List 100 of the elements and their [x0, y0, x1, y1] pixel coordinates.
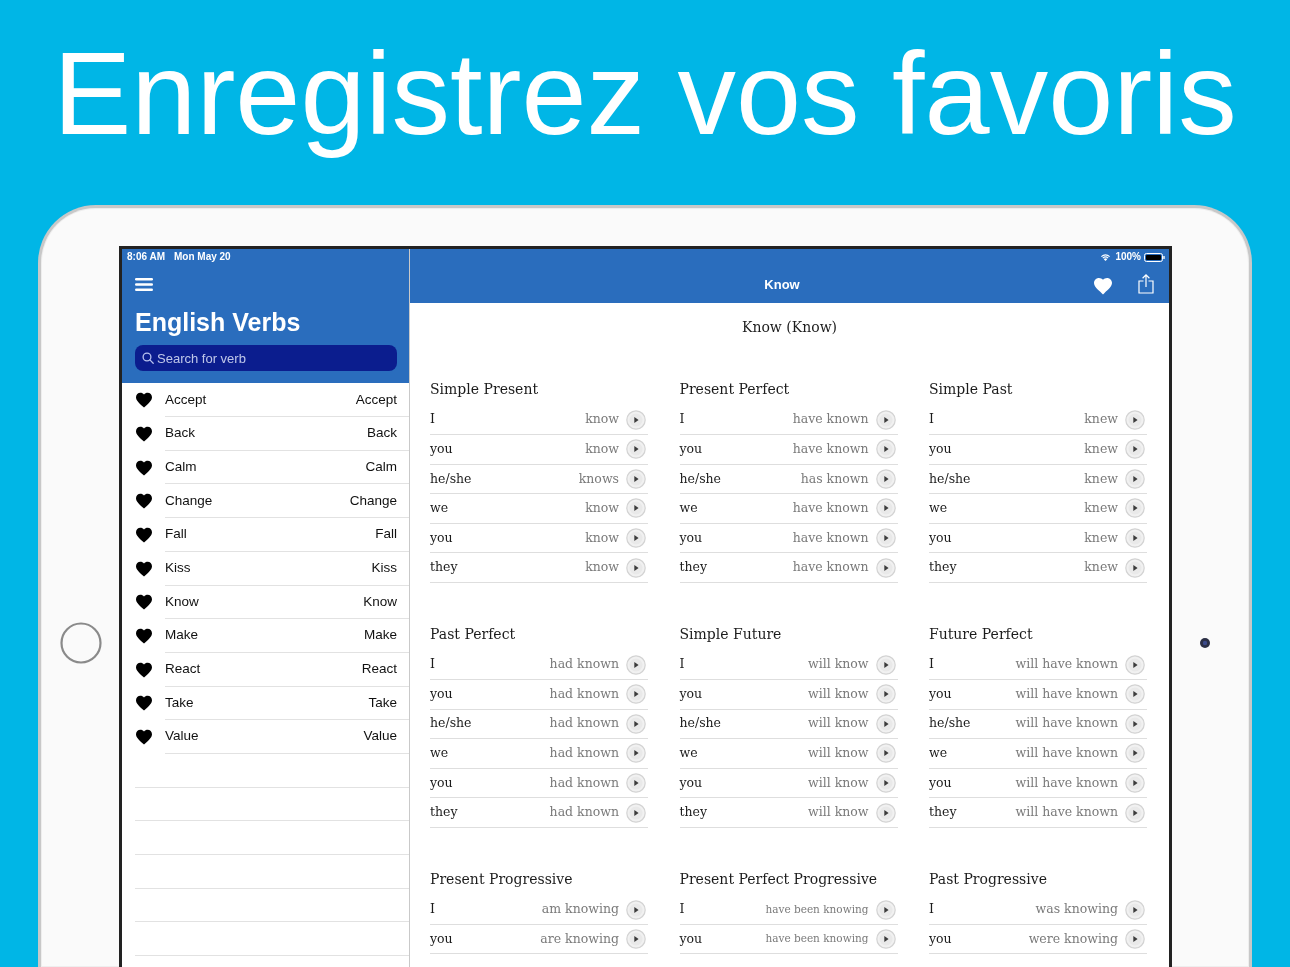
play-icon[interactable]: [875, 743, 896, 764]
play-icon[interactable]: [1125, 802, 1145, 823]
verb-label[interactable]: Take: [165, 692, 194, 714]
play-icon[interactable]: [1125, 468, 1145, 489]
play-icon[interactable]: [1125, 498, 1145, 519]
play-icon[interactable]: [875, 802, 896, 823]
play-icon[interactable]: [875, 654, 896, 675]
translation-label: React: [361, 660, 397, 679]
heart-icon[interactable]: [135, 493, 153, 510]
heart-icon[interactable]: [135, 695, 153, 712]
heart-icon[interactable]: [135, 459, 153, 476]
pronoun-label: you: [430, 773, 454, 792]
play-icon[interactable]: [1125, 743, 1145, 764]
verb-form: has known: [800, 469, 869, 488]
heart-icon[interactable]: [135, 527, 153, 543]
play-icon[interactable]: [626, 439, 646, 460]
verb-label[interactable]: Accept: [165, 389, 207, 410]
heart-icon[interactable]: [135, 560, 153, 577]
play-icon[interactable]: [626, 498, 646, 519]
verb-label[interactable]: Back: [165, 423, 195, 444]
verb-form: have known: [792, 410, 869, 429]
verb-label[interactable]: Fall: [165, 524, 187, 545]
verb-form: knew: [1084, 499, 1118, 518]
pronoun-label: you: [929, 929, 953, 948]
play-icon[interactable]: [626, 654, 646, 675]
verb-label[interactable]: Make: [165, 625, 198, 646]
pronoun-label: he/she: [929, 469, 972, 488]
play-icon[interactable]: [626, 929, 646, 950]
verb-form: had known: [549, 744, 619, 763]
verb-form: will have known: [1015, 714, 1118, 733]
play-icon[interactable]: [1125, 899, 1145, 920]
play-icon[interactable]: [875, 409, 896, 430]
translation-label: Back: [367, 424, 397, 443]
play-icon[interactable]: [626, 468, 646, 489]
verb-form: will have known: [1015, 773, 1118, 792]
pronoun-label: he/she: [679, 469, 723, 488]
heart-icon[interactable]: [135, 661, 153, 678]
pronoun-label: I: [929, 900, 935, 919]
play-icon[interactable]: [1125, 684, 1145, 705]
verb-label[interactable]: Value: [165, 726, 199, 747]
pronoun-label: you: [430, 684, 454, 703]
play-icon[interactable]: [626, 743, 646, 764]
play-icon[interactable]: [875, 439, 896, 460]
play-icon[interactable]: [626, 899, 646, 920]
play-icon[interactable]: [875, 468, 896, 489]
verb-label[interactable]: Calm: [165, 457, 197, 478]
play-icon[interactable]: [626, 684, 646, 705]
verb-form: have known: [792, 439, 869, 458]
play-icon[interactable]: [875, 528, 896, 549]
verb-form: will have known: [1015, 655, 1118, 674]
play-icon[interactable]: [626, 557, 646, 578]
play-icon[interactable]: [626, 528, 646, 549]
verb-form: am knowing: [541, 900, 619, 919]
translation-label: Change: [349, 491, 397, 510]
verb-label[interactable]: Know: [165, 591, 199, 612]
pronoun-label: you: [679, 684, 704, 703]
heart-icon[interactable]: [135, 628, 153, 645]
battery-percent: 100%: [1115, 250, 1141, 265]
play-icon[interactable]: [1125, 929, 1145, 950]
search-icon: [142, 352, 154, 365]
play-icon[interactable]: [1125, 557, 1145, 578]
pronoun-label: you: [430, 439, 454, 458]
heart-icon[interactable]: [135, 425, 153, 442]
play-icon[interactable]: [875, 498, 896, 519]
play-icon[interactable]: [875, 773, 896, 793]
pronoun-label: I: [679, 900, 686, 919]
play-icon[interactable]: [626, 802, 646, 823]
play-icon[interactable]: [1125, 773, 1145, 793]
play-icon[interactable]: [875, 899, 896, 920]
play-icon[interactable]: [1125, 713, 1145, 734]
heart-icon[interactable]: [135, 392, 153, 409]
verb-form: know: [585, 528, 619, 547]
play-icon[interactable]: [875, 684, 896, 705]
heart-icon[interactable]: [135, 594, 153, 611]
verb-form: had known: [549, 714, 619, 733]
verb-label[interactable]: Kiss: [165, 558, 191, 579]
play-icon[interactable]: [875, 929, 896, 950]
play-icon[interactable]: [626, 409, 646, 430]
tense-heading: Past Progressive: [929, 870, 1048, 890]
camera-icon: [1200, 638, 1210, 649]
play-icon[interactable]: [626, 713, 646, 734]
verb-form: will have known: [1015, 803, 1118, 822]
play-icon[interactable]: [875, 713, 896, 734]
share-icon[interactable]: [1138, 274, 1154, 295]
play-icon[interactable]: [1125, 528, 1145, 549]
search-field[interactable]: Search for verb: [135, 345, 397, 372]
play-icon[interactable]: [1125, 439, 1145, 460]
play-icon[interactable]: [875, 557, 896, 578]
heart-icon[interactable]: [135, 729, 153, 746]
verb-form: know: [585, 410, 619, 429]
pronoun-label: they: [679, 803, 709, 822]
play-icon[interactable]: [1125, 409, 1145, 430]
play-icon[interactable]: [626, 773, 646, 793]
pronoun-label: I: [430, 655, 436, 674]
verb-label[interactable]: React: [165, 659, 201, 680]
play-icon[interactable]: [1125, 654, 1145, 675]
menu-icon[interactable]: [135, 278, 153, 292]
verb-form: knew: [1084, 410, 1118, 429]
pronoun-label: I: [430, 900, 436, 919]
verb-label[interactable]: Change: [165, 490, 213, 511]
